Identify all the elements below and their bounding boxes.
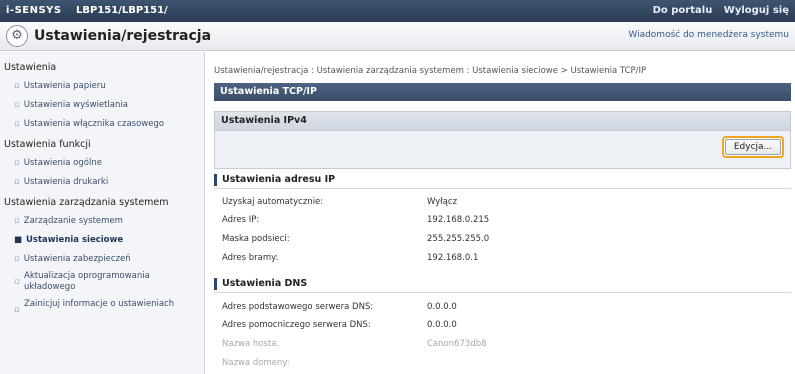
row-label: Adres pomocniczego serwera DNS: <box>222 320 371 330</box>
row-value: Wyłącz <box>427 197 458 207</box>
sidebar-item-initialize[interactable]: ▫ Zainicjuj informacje o ustawieniach <box>14 299 184 315</box>
edit-button[interactable]: Edycja... <box>725 139 781 155</box>
ip-row-address: Adres IP: 192.168.0.215 <box>222 213 782 228</box>
bullet-icon: ▫ <box>14 254 20 264</box>
row-value: 0.0.0.0 <box>427 320 457 330</box>
ip-row-gateway: Adres bramy: 192.168.0.1 <box>222 251 782 266</box>
logout-link[interactable]: Wyloguj się <box>724 5 789 16</box>
bullet-icon: ▫ <box>14 216 20 226</box>
brand-logo: i-SENSYS <box>6 5 62 16</box>
sidebar-group-settings: Ustawienia <box>4 62 57 73</box>
row-value: 192.168.0.215 <box>427 215 490 225</box>
row-value: Canon673db8 <box>427 339 487 349</box>
bullet-icon: ▫ <box>14 277 20 287</box>
top-bar: i-SENSYS LBP151/LBP151/ Do portalu Wylog… <box>0 0 795 22</box>
ipv4-panel-title: Ustawienia IPv4 <box>221 115 307 126</box>
row-value: 192.168.0.1 <box>427 253 479 263</box>
page-header: Ustawienia TCP/IP <box>214 83 791 101</box>
edit-button-highlight: Edycja... <box>722 136 784 158</box>
row-label: Adres bramy: <box>222 253 279 263</box>
settings-gear-icon: ⚙ <box>6 25 28 47</box>
dns-row-secondary: Adres pomocniczego serwera DNS: 0.0.0.0 <box>222 318 782 333</box>
model-name: LBP151/LBP151/ <box>76 5 168 16</box>
portal-link[interactable]: Do portalu <box>653 5 713 16</box>
ip-section-header: Ustawienia adresu IP <box>214 172 791 189</box>
bullet-icon: ▫ <box>14 305 20 315</box>
dns-section-header: Ustawienia DNS <box>214 276 791 293</box>
main-content: Ustawienia/rejestracja : Ustawienia zarz… <box>210 52 795 374</box>
sidebar-item-network[interactable]: ■ Ustawienia sieciowe <box>14 235 123 245</box>
ip-section-title: Ustawienia adresu IP <box>222 174 336 185</box>
message-to-admin-link[interactable]: Wiadomość do menedżera systemu <box>628 30 789 40</box>
bullet-icon: ▫ <box>14 177 20 187</box>
row-value: 0.0.0.0 <box>427 302 457 312</box>
bullet-icon: ▫ <box>14 100 20 110</box>
row-label: Nazwa hosta: <box>222 339 280 349</box>
row-label: Adres IP: <box>222 215 260 225</box>
ip-row-auto: Uzyskaj automatycznie: Wyłącz <box>222 195 782 210</box>
section-marker <box>214 174 217 186</box>
sidebar-item-system-management[interactable]: ▫ Zarządzanie systemem <box>14 216 123 226</box>
bullet-icon: ▫ <box>14 119 20 129</box>
sidebar-item-general[interactable]: ▫ Ustawienia ogólne <box>14 158 102 168</box>
page-title: Ustawienia/rejestracja <box>34 28 212 44</box>
sidebar-item-firmware-update[interactable]: ▫ Aktualizacja oprogramowania układowego <box>14 271 184 293</box>
ipv4-panel: Ustawienia IPv4 Edycja... <box>214 111 791 169</box>
bullet-icon: ▫ <box>14 81 20 91</box>
row-value: 255.255.255.0 <box>427 234 490 244</box>
sidebar-item-security[interactable]: ▫ Ustawienia zabezpieczeń <box>14 254 131 264</box>
dns-row-hostname: Nazwa hosta: Canon673db8 <box>222 337 782 352</box>
sidebar-item-display[interactable]: ▫ Ustawienia wyświetlania <box>14 100 128 110</box>
sidebar-group-functions: Ustawienia funkcji <box>4 139 91 150</box>
sidebar-item-timer[interactable]: ▫ Ustawienia włącznika czasowego <box>14 119 164 129</box>
dns-row-domain: Nazwa domeny: <box>222 356 782 371</box>
dns-row-primary: Adres podstawowego serwera DNS: 0.0.0.0 <box>222 300 782 315</box>
row-label: Uzyskaj automatycznie: <box>222 197 324 207</box>
section-marker <box>214 278 217 290</box>
ip-row-subnet: Maska podsieci: 255.255.255.0 <box>222 232 782 247</box>
sidebar-item-printer[interactable]: ▫ Ustawienia drukarki <box>14 177 108 187</box>
ipv4-panel-header: Ustawienia IPv4 <box>215 112 790 131</box>
selected-bullet-icon: ■ <box>14 235 23 245</box>
breadcrumb: Ustawienia/rejestracja : Ustawienia zarz… <box>214 66 647 76</box>
sidebar-item-paper[interactable]: ▫ Ustawienia papieru <box>14 81 106 91</box>
header-links: Do portalu Wyloguj się <box>645 5 789 16</box>
title-bar: ⚙ Ustawienia/rejestracja Wiadomość do me… <box>0 22 795 51</box>
bullet-icon: ▫ <box>14 158 20 168</box>
row-label: Adres podstawowego serwera DNS: <box>222 302 374 312</box>
row-label: Maska podsieci: <box>222 234 290 244</box>
dns-section-title: Ustawienia DNS <box>222 278 308 289</box>
row-label: Nazwa domeny: <box>222 358 290 368</box>
page-header-title: Ustawienia TCP/IP <box>220 86 317 97</box>
sidebar: Ustawienia ▫ Ustawienia papieru ▫ Ustawien… <box>0 52 205 374</box>
sidebar-group-system: Ustawienia zarządzania systemem <box>4 197 169 208</box>
